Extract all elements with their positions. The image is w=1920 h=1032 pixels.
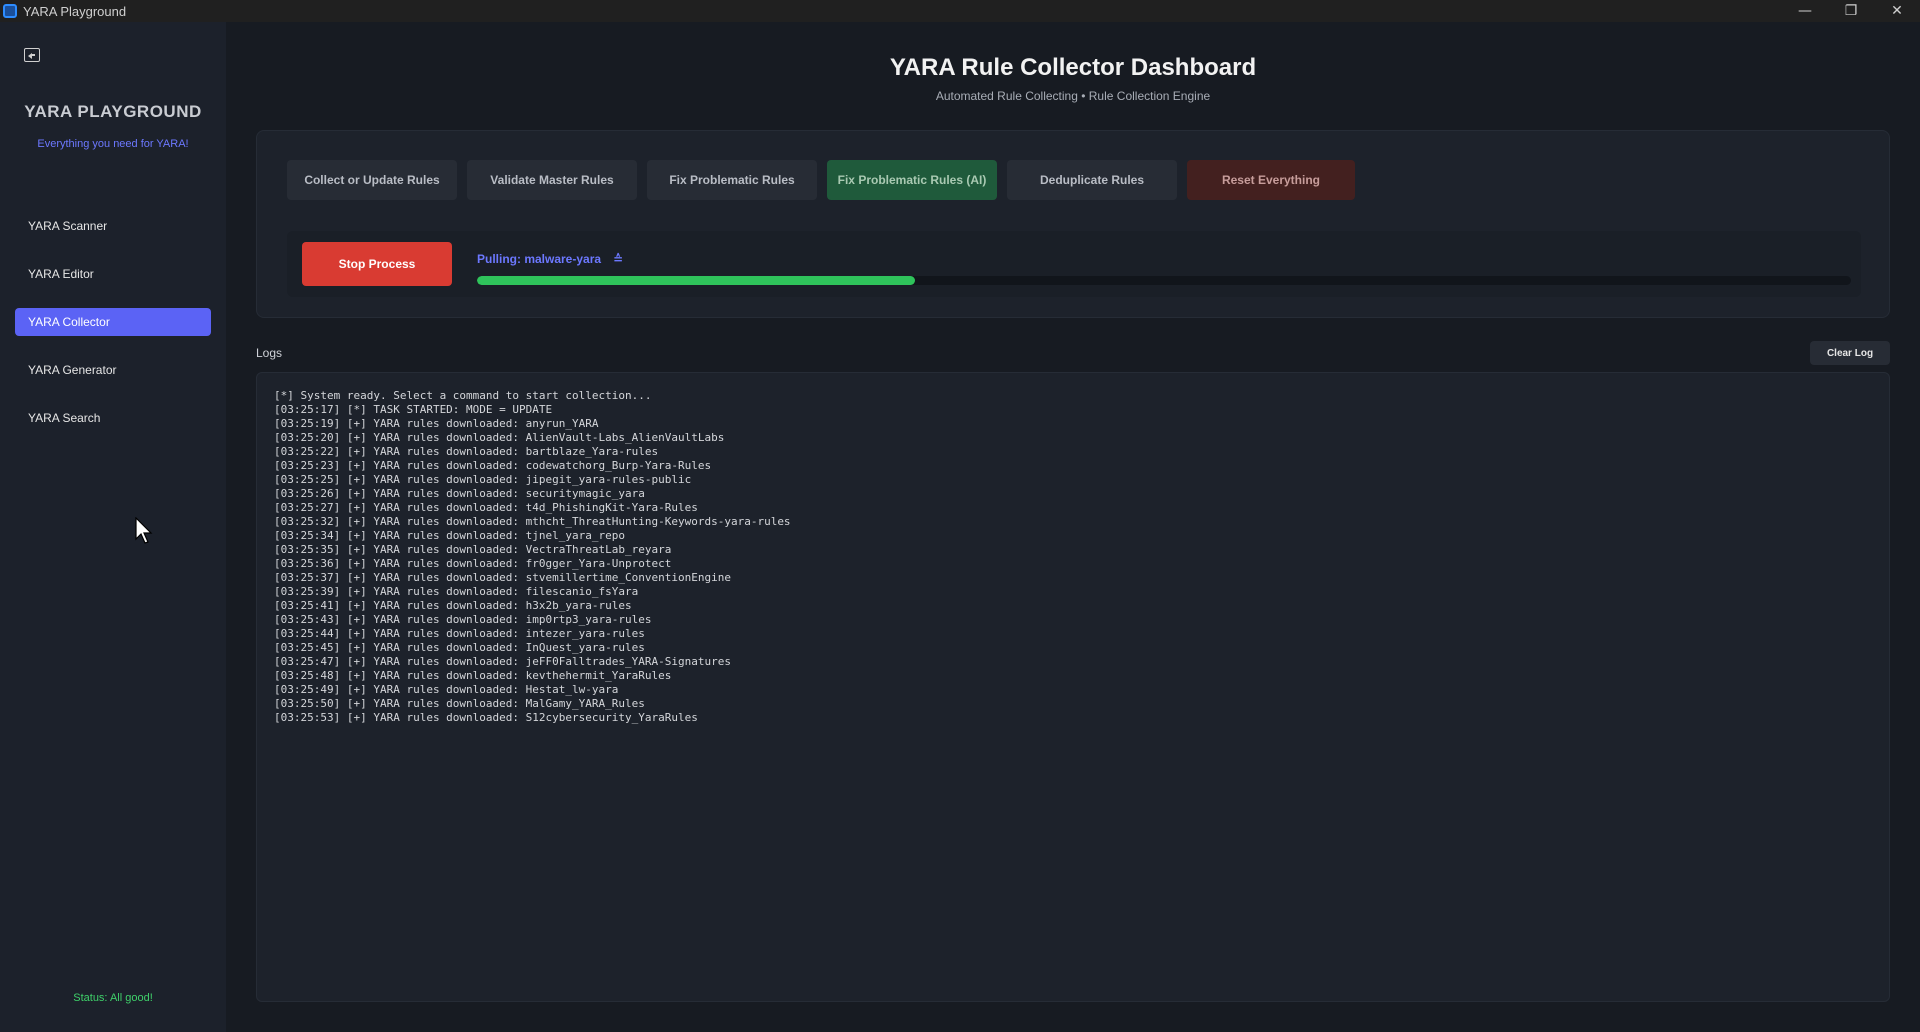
log-line: [03:25:39] [+] YARA rules downloaded: fi… [274, 585, 639, 598]
log-line: [03:25:22] [+] YARA rules downloaded: ba… [274, 445, 659, 458]
command-panel: Collect or Update Rules Validate Master … [256, 130, 1890, 318]
sidebar-item-yara-scanner[interactable]: YARA Scanner [15, 212, 211, 240]
command-buttons: Collect or Update Rules Validate Master … [287, 160, 1365, 200]
spinner-icon: ≙ [613, 252, 624, 266]
window-controls: — ❐ ✕ [1782, 0, 1920, 22]
log-line: [03:25:27] [+] YARA rules downloaded: t4… [274, 501, 698, 514]
sidebar: YARA PLAYGROUND Everything you need for … [0, 22, 226, 1032]
log-line: [03:25:34] [+] YARA rules downloaded: tj… [274, 529, 625, 542]
restore-icon[interactable]: ❐ [1828, 0, 1874, 22]
log-line: [03:25:50] [+] YARA rules downloaded: Ma… [274, 697, 645, 710]
logs-label: Logs [256, 346, 283, 360]
log-line: [03:25:25] [+] YARA rules downloaded: ji… [274, 473, 692, 486]
log-line: [03:25:17] [*] TASK STARTED: MODE = UPDA… [274, 403, 553, 416]
sidebar-nav: YARA Scanner YARA Editor YARA Collector … [15, 212, 211, 452]
log-line: [03:25:48] [+] YARA rules downloaded: ke… [274, 669, 672, 682]
log-line: [03:25:19] [+] YARA rules downloaded: an… [274, 417, 599, 430]
brand-tagline: Everything you need for YARA! [37, 138, 189, 150]
collapse-sidebar-icon[interactable] [24, 48, 40, 62]
title-bar: YARA Playground — ❐ ✕ [0, 0, 1920, 22]
stop-process-button[interactable]: Stop Process [302, 242, 452, 286]
sidebar-item-yara-generator[interactable]: YARA Generator [15, 356, 211, 384]
log-line: [03:25:43] [+] YARA rules downloaded: im… [274, 613, 652, 626]
validate-master-rules-button[interactable]: Validate Master Rules [467, 160, 637, 200]
fix-problematic-rules-button[interactable]: Fix Problematic Rules [647, 160, 817, 200]
close-icon[interactable]: ✕ [1874, 0, 1920, 22]
log-line: [03:25:49] [+] YARA rules downloaded: He… [274, 683, 619, 696]
sidebar-item-yara-editor[interactable]: YARA Editor [15, 260, 211, 288]
page-subtitle: Automated Rule Collecting • Rule Collect… [935, 89, 1211, 103]
sidebar-item-yara-collector[interactable]: YARA Collector [15, 308, 211, 336]
log-line: [03:25:45] [+] YARA rules downloaded: In… [274, 641, 645, 654]
progress-bar [477, 276, 1851, 285]
log-line: [*] System ready. Select a command to st… [274, 389, 652, 402]
log-line: [03:25:36] [+] YARA rules downloaded: fr… [274, 557, 672, 570]
page-title: YARA Rule Collector Dashboard [889, 54, 1257, 81]
clear-log-button[interactable]: Clear Log [1810, 341, 1890, 365]
progress-section: Stop Process Pulling: malware-yara ≙ [287, 231, 1861, 297]
reset-everything-button[interactable]: Reset Everything [1187, 160, 1355, 200]
pull-status-text: Pulling: malware-yara [477, 252, 602, 266]
minimize-icon[interactable]: — [1782, 0, 1828, 22]
log-line: [03:25:53] [+] YARA rules downloaded: S1… [274, 711, 698, 724]
progress-bar-fill [477, 276, 916, 285]
log-line: [03:25:26] [+] YARA rules downloaded: se… [274, 487, 645, 500]
collect-update-rules-button[interactable]: Collect or Update Rules [287, 160, 457, 200]
deduplicate-rules-button[interactable]: Deduplicate Rules [1007, 160, 1177, 200]
log-output[interactable]: [*] System ready. Select a command to st… [256, 372, 1890, 1002]
sidebar-item-yara-search[interactable]: YARA Search [15, 404, 211, 432]
fix-problematic-rules-ai-button[interactable]: Fix Problematic Rules (AI) [827, 160, 997, 200]
brand-title: YARA PLAYGROUND [24, 102, 202, 121]
log-line: [03:25:32] [+] YARA rules downloaded: mt… [274, 515, 791, 528]
log-line: [03:25:20] [+] YARA rules downloaded: Al… [274, 431, 725, 444]
window-title: YARA Playground [23, 3, 127, 19]
log-line: [03:25:23] [+] YARA rules downloaded: co… [274, 459, 712, 472]
log-line: [03:25:41] [+] YARA rules downloaded: h3… [274, 599, 632, 612]
log-line: [03:25:44] [+] YARA rules downloaded: in… [274, 627, 645, 640]
log-line: [03:25:47] [+] YARA rules downloaded: je… [274, 655, 731, 668]
pull-status: Pulling: malware-yara ≙ [477, 252, 623, 266]
log-line: [03:25:35] [+] YARA rules downloaded: Ve… [274, 543, 672, 556]
log-line: [03:25:37] [+] YARA rules downloaded: st… [274, 571, 731, 584]
status-text: Status: All good! [73, 992, 153, 1004]
app-icon [3, 4, 17, 18]
mouse-cursor-icon [135, 517, 153, 544]
